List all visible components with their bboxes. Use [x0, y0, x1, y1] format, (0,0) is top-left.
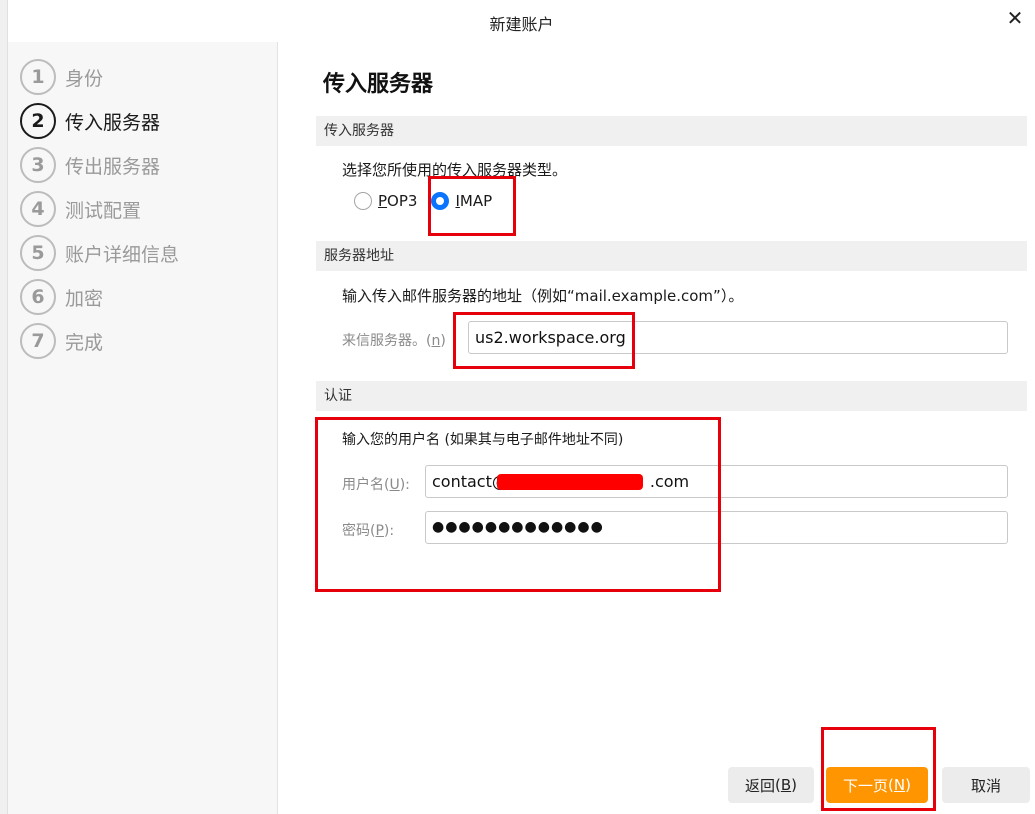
step-number: 7	[20, 323, 56, 359]
step-number: 2	[20, 103, 56, 139]
redaction-mark	[497, 474, 643, 490]
step-number: 5	[20, 235, 56, 271]
step-outgoing-server: 3 传出服务器	[20, 147, 160, 183]
back-label: 返回	[744, 776, 775, 795]
step-number: 1	[20, 59, 56, 95]
step-label: 账户详细信息	[65, 243, 180, 266]
annotation-box-imap	[428, 176, 516, 236]
section-header-auth: 认证	[316, 381, 1027, 411]
pop3-label[interactable]: POP3	[378, 192, 417, 210]
section-header-server-address: 服务器地址	[316, 241, 1027, 271]
step-test-config: 4 测试配置	[20, 191, 141, 227]
pop3-label-rest: OP3	[387, 192, 418, 210]
step-account-details: 5 账户详细信息	[20, 235, 179, 271]
step-label: 完成	[65, 331, 104, 354]
back-accel: B	[780, 776, 792, 794]
step-label: 传出服务器	[65, 155, 161, 178]
new-account-dialog: 新建账户 ✕ 1 身份 2 传入服务器 3 传出服务器 4 测试配置 5 账户详…	[0, 0, 1035, 814]
pop3-radio[interactable]	[354, 192, 372, 210]
step-number: 4	[20, 191, 56, 227]
step-finish: 7 完成	[20, 323, 103, 359]
step-label: 测试配置	[65, 199, 142, 222]
annotation-box-next	[821, 727, 936, 811]
step-label: 身份	[65, 67, 104, 90]
title-bar: 新建账户 ✕	[8, 0, 1035, 42]
step-label: 传入服务器	[65, 111, 161, 134]
step-label: 加密	[65, 287, 104, 310]
page-title: 传入服务器	[323, 72, 434, 97]
section-header-incoming: 传入服务器	[316, 116, 1027, 146]
cancel-button[interactable]: 取消	[942, 767, 1030, 803]
step-incoming-server: 2 传入服务器	[20, 103, 160, 139]
step-encryption: 6 加密	[20, 279, 103, 315]
steps-sidebar: 1 身份 2 传入服务器 3 传出服务器 4 测试配置 5 账户详细信息 6 加…	[8, 42, 278, 814]
window-edge	[0, 0, 8, 814]
step-identity: 1 身份	[20, 59, 103, 95]
pop3-accel: P	[378, 192, 388, 210]
incoming-server-label-text: 来信服务器。	[342, 333, 426, 349]
annotation-box-server	[453, 312, 635, 369]
annotation-box-auth	[315, 417, 721, 592]
close-icon[interactable]: ✕	[1003, 6, 1027, 30]
incoming-server-accel: n	[431, 333, 441, 349]
incoming-server-label: 来信服务器。(n)	[342, 333, 446, 349]
step-number: 6	[20, 279, 56, 315]
dialog-title: 新建账户	[489, 15, 554, 34]
back-button[interactable]: 返回(B)	[728, 767, 814, 803]
server-address-prompt: 输入传入邮件服务器的地址（例如“mail.example.com”）。	[342, 287, 744, 305]
step-number: 3	[20, 147, 56, 183]
